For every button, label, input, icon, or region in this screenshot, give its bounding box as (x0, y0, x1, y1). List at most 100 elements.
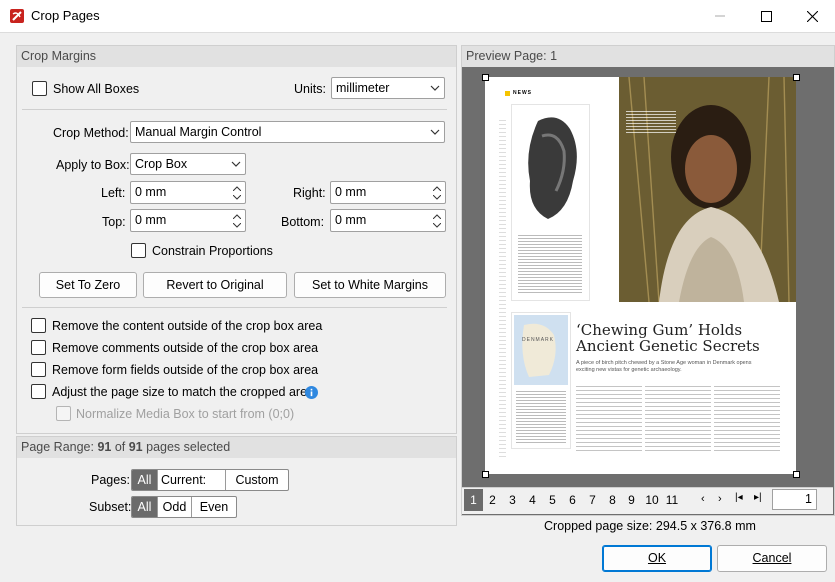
left-label: Left: (101, 186, 126, 200)
preview-page[interactable]: NEWS DENMARK ‘Chewing Gum’ Holds Ancient… (485, 77, 796, 474)
constrain-proportions-checkbox[interactable] (131, 243, 146, 258)
decrement-icon[interactable] (431, 220, 443, 230)
page-number-item[interactable]: 2 (483, 489, 502, 511)
page-number-item[interactable]: 5 (543, 489, 562, 511)
page-number-item[interactable]: 4 (523, 489, 542, 511)
remove-comments-checkbox[interactable] (31, 340, 46, 355)
units-select[interactable]: millimeter (331, 77, 445, 99)
minimize-button[interactable] (697, 0, 743, 32)
show-all-boxes-checkbox[interactable] (32, 81, 47, 96)
page-number-item[interactable]: 3 (503, 489, 522, 511)
decrement-icon[interactable] (231, 220, 243, 230)
map-image (514, 315, 568, 385)
crop-handle-top-left[interactable] (482, 74, 489, 81)
divider (22, 307, 447, 308)
decrement-icon[interactable] (231, 192, 243, 202)
subset-label: Subset: (89, 500, 132, 514)
article-column-1 (576, 383, 642, 453)
right-label: Right: (293, 186, 326, 200)
adjust-page-size-checkbox[interactable] (31, 384, 46, 399)
cancel-button[interactable]: Cancel (717, 545, 827, 572)
crop-method-value: Manual Margin Control (135, 125, 262, 139)
crop-method-select[interactable]: Manual Margin Control (130, 121, 445, 143)
page-number-item[interactable]: 9 (622, 489, 641, 511)
page-range-prefix: Page Range: (21, 440, 98, 454)
bottom-label: Bottom: (281, 215, 325, 229)
ok-button[interactable]: OK (602, 545, 712, 572)
page-number-item[interactable]: 10 (642, 489, 662, 511)
top-margin-field[interactable]: 0 mm (130, 209, 246, 232)
headline-line-2: Ancient Genetic Secrets (576, 337, 760, 355)
decrement-icon[interactable] (431, 192, 443, 202)
title-bar: Crop Pages (0, 0, 835, 32)
remove-form-fields-label: Remove form fields outside of the crop b… (52, 363, 319, 377)
crop-method-label: Crop Method: (53, 126, 129, 140)
left-margin-field[interactable]: 0 mm (130, 181, 246, 204)
article-column-3 (714, 383, 780, 453)
top-label: Top: (102, 215, 126, 229)
revert-to-original-button[interactable]: Revert to Original (143, 272, 287, 298)
pages-all-option[interactable]: All (132, 470, 158, 490)
section-marker-icon (505, 91, 510, 96)
info-icon[interactable] (305, 386, 318, 399)
subset-all-option[interactable]: All (132, 497, 158, 517)
article-headline: ‘Chewing Gum’ Holds Ancient Genetic Secr… (576, 322, 760, 354)
pages-label: Pages: (91, 473, 130, 487)
pages-current-option[interactable]: Current: 15 (158, 470, 226, 490)
apply-to-box-label: Apply to Box: (56, 158, 130, 172)
set-to-zero-button[interactable]: Set To Zero (39, 272, 137, 298)
units-label: Units: (294, 82, 326, 96)
page-range-of: of (111, 440, 129, 454)
close-button[interactable] (789, 0, 835, 32)
bottom-margin-field[interactable]: 0 mm (330, 209, 446, 232)
apply-to-box-select[interactable]: Crop Box (130, 153, 246, 175)
crop-handle-bottom-left[interactable] (482, 471, 489, 478)
maximize-button[interactable] (743, 0, 789, 32)
page-number-item[interactable]: 11 (662, 489, 682, 511)
cropped-page-size: Cropped page size: 294.5 x 376.8 mm (544, 519, 756, 533)
adjust-page-size-label: Adjust the page size to match the croppe… (52, 385, 314, 399)
page-number-item[interactable]: 7 (583, 489, 602, 511)
pages-custom-option[interactable]: Custom (226, 470, 288, 490)
title-separator (0, 32, 835, 33)
page-number-item[interactable]: 1 (464, 489, 483, 511)
page-number-item[interactable]: 6 (563, 489, 582, 511)
divider (22, 109, 447, 110)
remove-form-fields-checkbox[interactable] (31, 362, 46, 377)
page-number-input[interactable]: 1 (772, 489, 817, 510)
apply-to-box-value: Crop Box (135, 157, 188, 171)
set-to-white-margins-button[interactable]: Set to White Margins (294, 272, 446, 298)
remove-content-checkbox[interactable] (31, 318, 46, 333)
photo-caption-lines (626, 109, 676, 133)
window-title: Crop Pages (31, 8, 100, 23)
crop-margins-header: Crop Margins (17, 46, 456, 67)
page-prev-icon[interactable]: ‹ (701, 493, 705, 505)
chevron-down-icon (231, 161, 241, 167)
chevron-down-icon (430, 129, 440, 135)
right-margin-field[interactable]: 0 mm (330, 181, 446, 204)
app-logo-icon (10, 9, 24, 23)
crop-handle-top-right[interactable] (793, 74, 800, 81)
crop-handle-bottom-right[interactable] (793, 471, 800, 478)
map-label: DENMARK (522, 337, 555, 343)
sidebar-box (512, 105, 589, 300)
pages-current-label: Current: (161, 473, 207, 487)
map-caption-lines (516, 389, 566, 444)
caption-text-lines (518, 233, 582, 293)
normalize-media-box-label: Normalize Media Box to start from (0;0) (76, 407, 295, 421)
page-next-icon[interactable]: › (718, 493, 722, 505)
page-number-item[interactable]: 8 (603, 489, 622, 511)
constrain-proportions-label: Constrain Proportions (152, 244, 273, 258)
map-sidebar: DENMARK (512, 313, 570, 448)
page-range-suffix: pages selected (142, 440, 231, 454)
preview-header: Preview Page: 1 (462, 46, 834, 67)
subset-odd-option[interactable]: Odd (158, 497, 192, 517)
article-column-2 (645, 383, 711, 453)
gutter-text (499, 117, 506, 457)
normalize-media-box-checkbox[interactable] (56, 406, 71, 421)
minimize-icon (715, 15, 725, 17)
pages-total-count: 91 (128, 440, 143, 454)
subset-even-option[interactable]: Even (192, 497, 236, 517)
page-last-icon[interactable]: ▸| (754, 492, 762, 503)
page-first-icon[interactable]: |◂ (735, 492, 743, 503)
